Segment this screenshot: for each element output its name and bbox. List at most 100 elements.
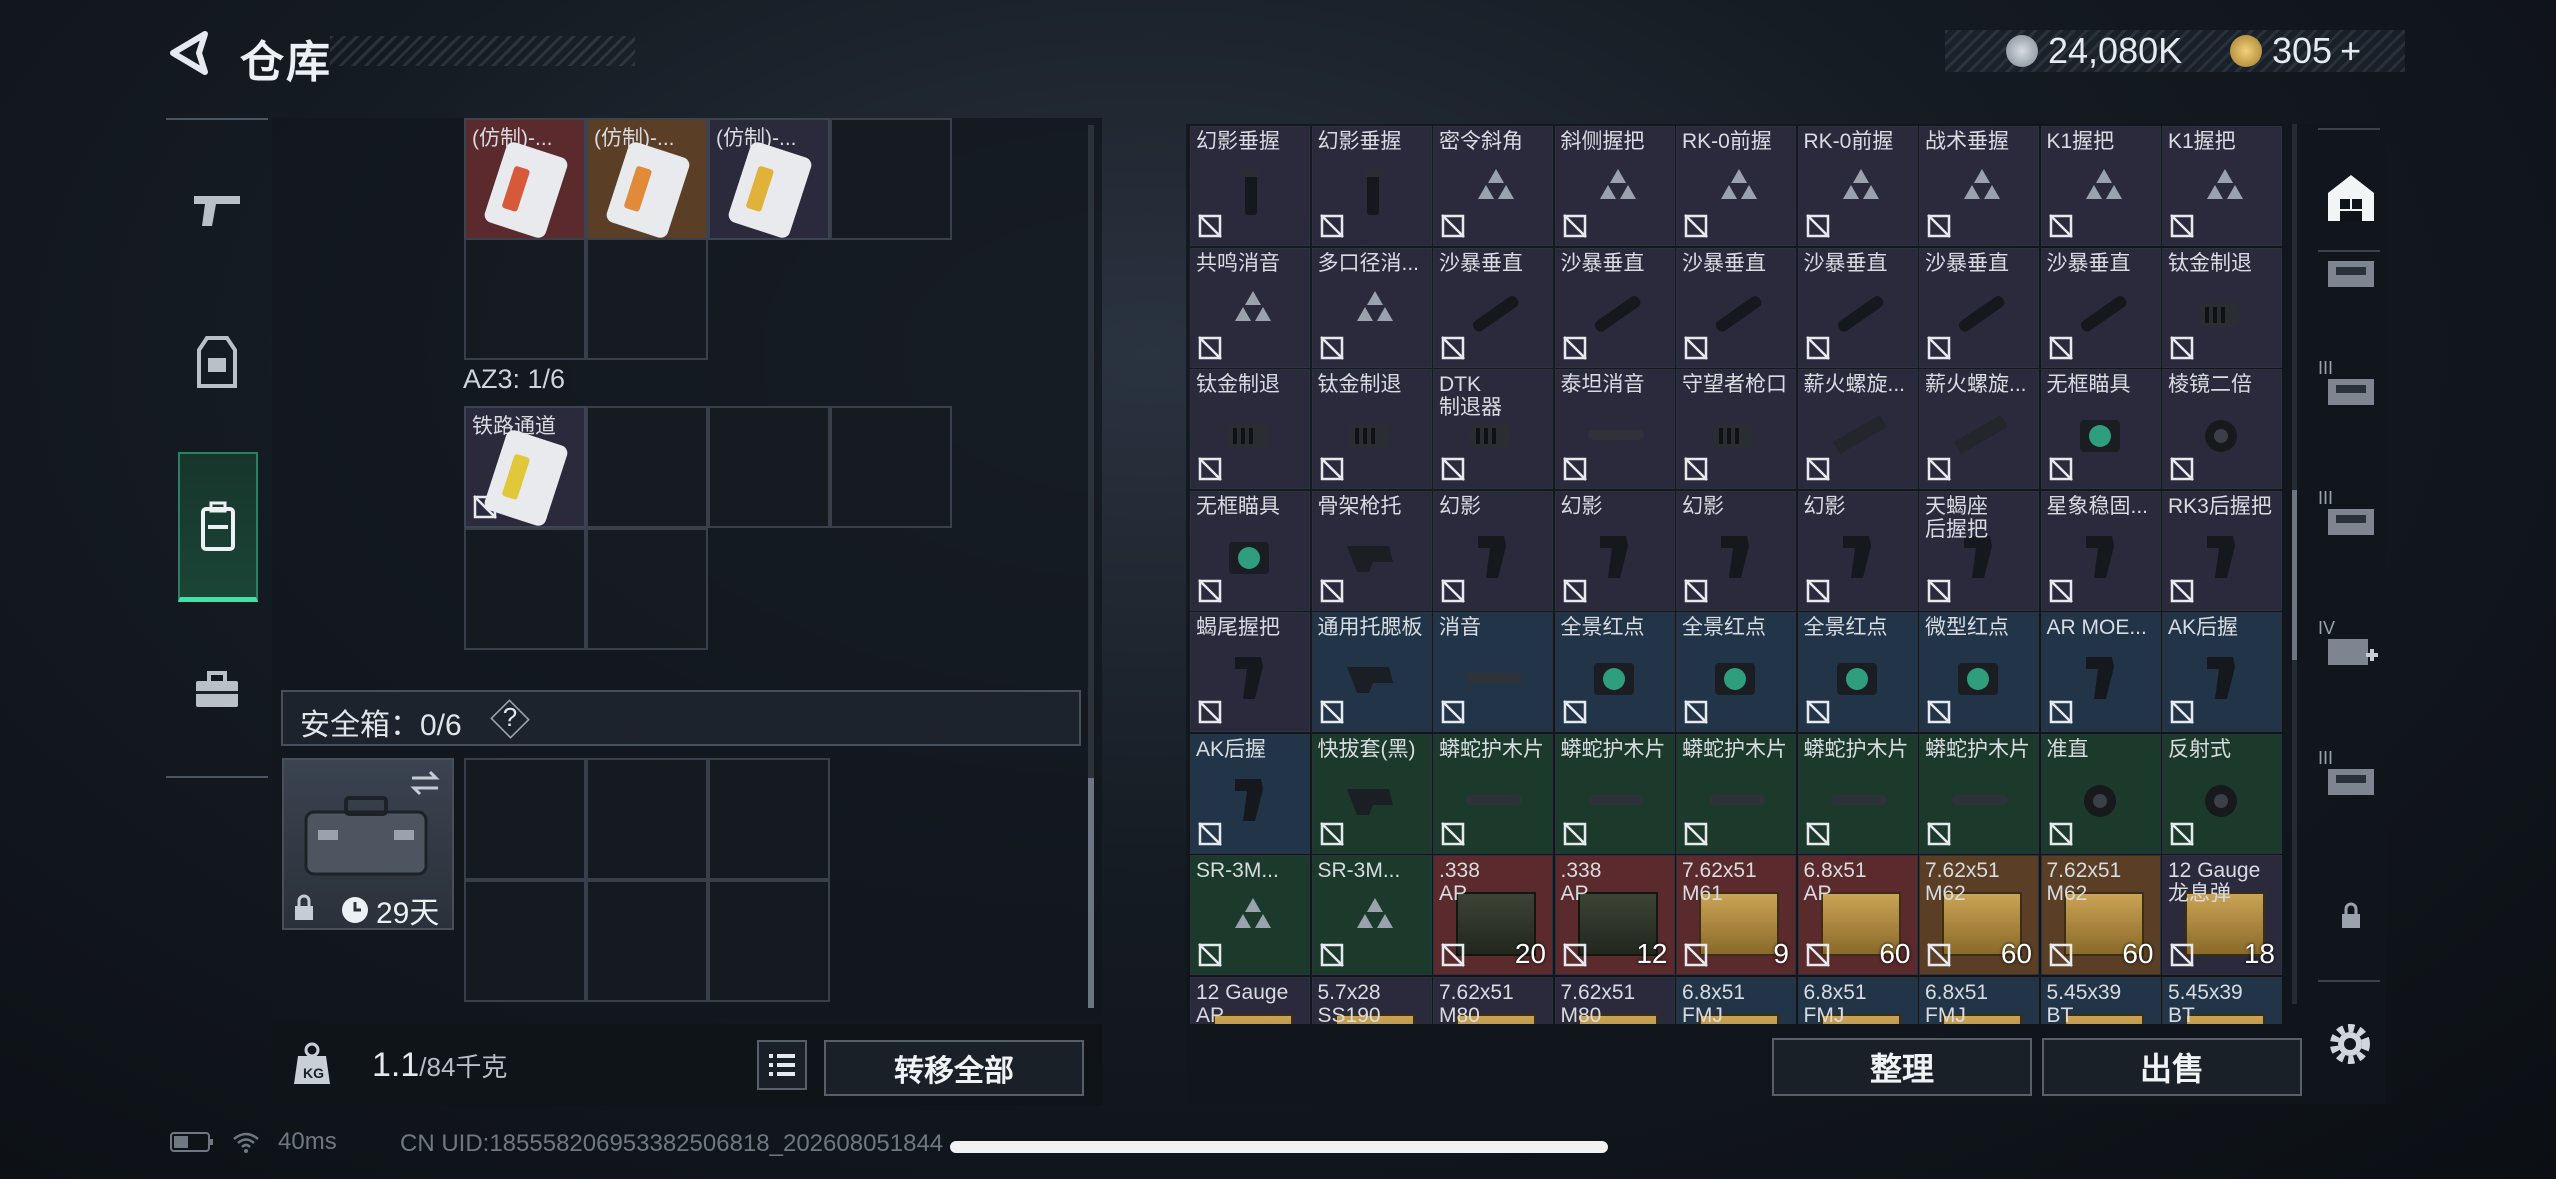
stash-item[interactable]: 通用托腮板 (1311, 612, 1432, 732)
safe-slot[interactable] (464, 880, 586, 1002)
stash-item[interactable]: 沙暴垂直 (2040, 247, 2161, 368)
safe-slot[interactable] (708, 758, 830, 880)
stash-item[interactable]: RK-0前握 (1676, 126, 1796, 246)
tickets-display[interactable]: 305 + (2230, 30, 2361, 72)
stash-item[interactable]: 6.8x51 AP 60 (1797, 855, 1918, 975)
stash-item[interactable]: 斜侧握把 (1554, 126, 1675, 246)
stash-item[interactable]: 天蝎座 后握把 (1919, 490, 2039, 611)
safe-slot[interactable] (586, 758, 708, 880)
stash-item[interactable]: 无框瞄具 (2040, 369, 2161, 489)
stash-item[interactable]: 战术垂握 (1919, 126, 2039, 246)
stash-item[interactable]: 钛金制退 (1311, 369, 1432, 489)
stash-item[interactable]: 蟒蛇护木片 (1797, 733, 1918, 854)
empty-slot[interactable] (586, 406, 708, 528)
stash-item[interactable]: 反射式 (2162, 733, 2282, 854)
sell-button[interactable]: 出售 (2042, 1038, 2302, 1096)
stash-scrollbar-thumb[interactable] (2292, 490, 2297, 660)
stash-item[interactable]: 蟒蛇护木片 (1919, 733, 2039, 854)
stash-item[interactable]: RK3后握把 (2162, 490, 2282, 611)
stash-item[interactable]: 12 Gauge 龙息弹 18 (2162, 855, 2282, 975)
stash-item[interactable]: AR MOE... (2040, 612, 2161, 732)
stash-item[interactable]: 沙暴垂直 (1676, 247, 1796, 368)
stash-item[interactable]: K1握把 (2040, 126, 2161, 246)
inventory-item[interactable]: (仿制)-... (464, 118, 586, 240)
stash-item[interactable]: 多口径消... (1311, 247, 1432, 368)
stash-item[interactable]: 7.62x51 M62 60 (1919, 855, 2039, 975)
stash-item[interactable]: 全景红点 (1554, 612, 1675, 732)
swap-icon[interactable] (408, 768, 442, 798)
stash-item[interactable]: SR-3M... (1311, 855, 1432, 975)
inventory-item[interactable]: 铁路通道 (464, 406, 586, 528)
stash-item[interactable]: DTK 制退器 (1433, 369, 1553, 489)
tab-locked[interactable] (2316, 866, 2386, 966)
stash-item[interactable]: 6.8x51 FMJ (1797, 976, 1918, 1024)
safe-slot[interactable] (586, 880, 708, 1002)
safe-slot[interactable] (464, 758, 586, 880)
help-icon[interactable]: ? (500, 702, 520, 733)
stash-item[interactable]: 钛金制退 (1190, 369, 1310, 489)
stash-item[interactable]: 幻影 (1797, 490, 1918, 611)
back-arrow-icon[interactable] (165, 28, 215, 78)
stash-item[interactable]: 沙暴垂直 (1919, 247, 2039, 368)
stash-item[interactable]: 棱镜二倍 (2162, 369, 2282, 489)
stash-item[interactable]: 消音 (1433, 612, 1553, 732)
safe-slot[interactable] (708, 880, 830, 1002)
stash-item[interactable]: AK后握 (2162, 612, 2282, 732)
stash-item[interactable]: 薪火螺旋... (1797, 369, 1918, 489)
stash-item[interactable]: 快拔套(黑) (1311, 733, 1432, 854)
stash-item[interactable]: 蟒蛇护木片 (1554, 733, 1675, 854)
stash-item[interactable]: 沙暴垂直 (1797, 247, 1918, 368)
stash-item[interactable]: 蟒蛇护木片 (1433, 733, 1553, 854)
stash-item[interactable]: RK-0前握 (1797, 126, 1918, 246)
stash-item[interactable]: 幻影 (1433, 490, 1553, 611)
stash-item[interactable]: 全景红点 (1676, 612, 1796, 732)
stash-item[interactable]: 守望者枪口 (1676, 369, 1796, 489)
settings-gear-icon[interactable] (2322, 1016, 2378, 1072)
stash-item[interactable]: 微型红点 (1919, 612, 2039, 732)
tab-crate-1[interactable] (2316, 222, 2386, 322)
empty-slot[interactable] (586, 238, 708, 360)
stash-item[interactable]: 全景红点 (1797, 612, 1918, 732)
stash-item[interactable]: AK后握 (1190, 733, 1310, 854)
empty-slot[interactable] (830, 406, 952, 528)
empty-slot[interactable] (708, 406, 830, 528)
stash-item[interactable]: 5.45x39 BT (2040, 976, 2161, 1024)
stash-item[interactable]: 5.7x28 SS190 (1311, 976, 1432, 1024)
backpack-scrollbar-thumb[interactable] (1088, 778, 1094, 1008)
stash-item[interactable]: 蝎尾握把 (1190, 612, 1310, 732)
empty-slot[interactable] (464, 528, 586, 650)
inventory-item[interactable]: (仿制)-... (708, 118, 830, 240)
nav-toolbox[interactable] (166, 615, 268, 765)
inventory-item[interactable]: (仿制)-... (586, 118, 708, 240)
stash-item[interactable]: 6.8x51 FMJ (1676, 976, 1796, 1024)
stash-item[interactable]: 泰坦消音 (1554, 369, 1675, 489)
empty-slot[interactable] (464, 238, 586, 360)
stash-item[interactable]: 7.62x51 M62 60 (2040, 855, 2161, 975)
stash-item[interactable]: 7.62x51 M80 (1433, 976, 1553, 1024)
home-indicator[interactable] (950, 1141, 1608, 1153)
stash-item[interactable]: 准直 (2040, 733, 2161, 854)
list-view-button[interactable] (757, 1040, 807, 1090)
stash-item[interactable]: 幻影 (1676, 490, 1796, 611)
stash-item[interactable]: 5.45x39 BT (2162, 976, 2282, 1024)
empty-slot[interactable] (830, 118, 952, 240)
stash-item[interactable]: 骨架枪托 (1311, 490, 1432, 611)
nav-weapons[interactable] (166, 135, 268, 285)
stash-item[interactable]: SR-3M... (1190, 855, 1310, 975)
stash-item[interactable]: 7.62x51 M61 9 (1676, 855, 1796, 975)
stash-item[interactable]: 钛金制退 (2162, 247, 2282, 368)
nav-backpack[interactable] (178, 452, 258, 602)
stash-item[interactable]: 沙暴垂直 (1554, 247, 1675, 368)
stash-item[interactable]: 幻影垂握 (1311, 126, 1432, 246)
empty-slot[interactable] (586, 528, 708, 650)
stash-item[interactable]: 星象稳固... (2040, 490, 2161, 611)
stash-item[interactable]: 12 Gauge AP (1190, 976, 1310, 1024)
stash-item[interactable]: 7.62x51 M80 (1554, 976, 1675, 1024)
stash-item[interactable]: 共鸣消音 (1190, 247, 1310, 368)
nav-vest[interactable] (166, 288, 268, 438)
transfer-all-button[interactable]: 转移全部 (824, 1040, 1084, 1096)
stash-item[interactable]: 幻影垂握 (1190, 126, 1310, 246)
stash-item[interactable]: 沙暴垂直 (1433, 247, 1553, 368)
tab-crate-2[interactable]: III (2316, 340, 2386, 440)
stash-item[interactable]: 密令斜角 (1433, 126, 1553, 246)
